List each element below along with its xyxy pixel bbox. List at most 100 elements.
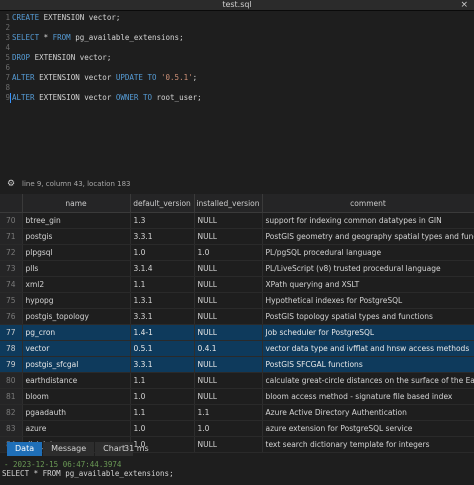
row-number-cell[interactable]: 77 <box>0 324 23 341</box>
installed-version-cell[interactable]: NULL <box>194 436 263 453</box>
row-number-cell[interactable]: 72 <box>0 244 23 261</box>
row-number-cell[interactable]: 83 <box>0 420 23 437</box>
name-cell[interactable]: pg_cron <box>22 324 131 341</box>
column-header-installed-version[interactable]: installed_version <box>194 194 263 213</box>
comment-cell[interactable]: azure extension for PostgreSQL service <box>262 420 474 437</box>
tab-message[interactable]: Message <box>43 442 95 456</box>
default-version-cell[interactable]: 1.1 <box>130 276 195 293</box>
installed-version-cell[interactable]: NULL <box>194 372 263 389</box>
editor-line[interactable]: 6 <box>0 63 12 73</box>
row-number-cell[interactable]: 70 <box>0 212 23 229</box>
table-row[interactable]: 74 xml2 1.1 NULL XPath querying and XSLT <box>0 276 474 293</box>
editor-line[interactable]: 3 SELECT * FROM pg_available_extensions; <box>0 33 183 43</box>
default-version-cell[interactable]: 1.1 <box>130 404 195 421</box>
default-version-cell[interactable]: 1.0 <box>130 388 195 405</box>
editor-line[interactable]: 9 ALTER EXTENSION vector OWNER TO root_us… <box>0 93 201 103</box>
name-cell[interactable]: xml2 <box>22 276 131 293</box>
column-header-comment[interactable]: comment <box>262 194 474 213</box>
name-cell[interactable]: postgis_topology <box>22 308 131 325</box>
table-row[interactable]: 83 azure 1.0 1.0 azure extension for Postgre… <box>0 420 474 437</box>
editor-line[interactable]: 7 ALTER EXTENSION vector UPDATE TO '0.5.1… <box>0 73 197 83</box>
default-version-cell[interactable]: 3.1.4 <box>130 260 195 277</box>
name-cell[interactable]: plls <box>22 260 131 277</box>
editor-line[interactable]: 5 DROP EXTENSION vector; <box>0 53 111 63</box>
name-cell[interactable]: bloom <box>22 388 131 405</box>
comment-cell[interactable]: support for indexing common datatypes in… <box>262 212 474 229</box>
column-header-name[interactable]: name <box>22 194 131 213</box>
name-cell[interactable]: postgis <box>22 228 131 245</box>
name-cell[interactable]: earthdistance <box>22 372 131 389</box>
tab-data[interactable]: Data <box>7 442 43 456</box>
gear-icon[interactable]: ⚙ <box>7 177 15 191</box>
name-cell[interactable]: btree_gin <box>22 212 131 229</box>
default-version-cell[interactable]: 1.3 <box>130 212 195 229</box>
table-row[interactable]: 81 bloom 1.0 NULL bloom access method - sign… <box>0 388 474 405</box>
installed-version-cell[interactable]: NULL <box>194 356 263 373</box>
installed-version-cell[interactable]: 1.1 <box>194 404 263 421</box>
comment-cell[interactable]: text search dictionary template for inte… <box>262 436 474 453</box>
name-cell[interactable]: plpgsql <box>22 244 131 261</box>
table-row[interactable]: 77 pg_cron 1.4-1 NULL Job scheduler for Post… <box>0 324 474 341</box>
installed-version-cell[interactable]: NULL <box>194 228 263 245</box>
name-cell[interactable]: pgaadauth <box>22 404 131 421</box>
installed-version-cell[interactable]: NULL <box>194 292 263 309</box>
default-version-cell[interactable]: 3.3.1 <box>130 356 195 373</box>
default-version-cell[interactable]: 0.5.1 <box>130 340 195 357</box>
comment-cell[interactable]: PL/pgSQL procedural language <box>262 244 474 261</box>
close-icon[interactable]: × <box>460 0 468 10</box>
installed-version-cell[interactable]: NULL <box>194 276 263 293</box>
row-number-cell[interactable]: 75 <box>0 292 23 309</box>
installed-version-cell[interactable]: NULL <box>194 388 263 405</box>
table-row[interactable]: 78 vector 0.5.1 0.4.1 vector data type and i… <box>0 340 474 357</box>
default-version-cell[interactable]: 1.3.1 <box>130 292 195 309</box>
editor-line[interactable]: 2 <box>0 23 12 33</box>
comment-cell[interactable]: Job scheduler for PostgreSQL <box>262 324 474 341</box>
installed-version-cell[interactable]: NULL <box>194 212 263 229</box>
row-number-cell[interactable]: 76 <box>0 308 23 325</box>
installed-version-cell[interactable]: NULL <box>194 324 263 341</box>
table-row[interactable]: 76 postgis_topology 3.3.1 NULL PostGIS topol… <box>0 308 474 325</box>
comment-cell[interactable]: Azure Active Directory Authentication <box>262 404 474 421</box>
table-row[interactable]: 80 earthdistance 1.1 NULL calculate great-ci… <box>0 372 474 389</box>
default-version-cell[interactable]: 1.0 <box>130 244 195 261</box>
editor-line[interactable]: 8 <box>0 83 12 93</box>
installed-version-cell[interactable]: 1.0 <box>194 420 263 437</box>
column-header-default-version[interactable]: default_version <box>130 194 195 213</box>
table-row[interactable]: 75 hypopg 1.3.1 NULL Hypothetical indexes fo… <box>0 292 474 309</box>
comment-cell[interactable]: bloom access method - signature file bas… <box>262 388 474 405</box>
installed-version-cell[interactable]: 1.0 <box>194 244 263 261</box>
name-cell[interactable]: azure <box>22 420 131 437</box>
name-cell[interactable]: postgis_sfcgal <box>22 356 131 373</box>
name-cell[interactable]: vector <box>22 340 131 357</box>
table-row[interactable]: 79 postgis_sfcgal 3.3.1 NULL PostGIS SFCGAL … <box>0 356 474 373</box>
comment-cell[interactable]: PostGIS SFCGAL functions <box>262 356 474 373</box>
comment-cell[interactable]: PostGIS geometry and geography spatial t… <box>262 228 474 245</box>
comment-cell[interactable]: vector data type and ivfflat and hnsw ac… <box>262 340 474 357</box>
editor-line[interactable]: 1 CREATE EXTENSION vector; <box>0 13 120 23</box>
default-version-cell[interactable]: 3.3.1 <box>130 308 195 325</box>
table-row[interactable]: 70 btree_gin 1.3 NULL support for indexing c… <box>0 212 474 229</box>
table-row[interactable]: 82 pgaadauth 1.1 1.1 Azure Active Directory … <box>0 404 474 421</box>
table-row[interactable]: 73 plls 3.1.4 NULL PL/LiveScript (v8) truste… <box>0 260 474 277</box>
comment-cell[interactable]: calculate great-circle distances on the … <box>262 372 474 389</box>
default-version-cell[interactable]: 1.1 <box>130 372 195 389</box>
row-number-cell[interactable]: 78 <box>0 340 23 357</box>
comment-cell[interactable]: Hypothetical indexes for PostgreSQL <box>262 292 474 309</box>
row-number-cell[interactable]: 71 <box>0 228 23 245</box>
default-version-cell[interactable]: 1.4-1 <box>130 324 195 341</box>
row-number-cell[interactable]: 74 <box>0 276 23 293</box>
sql-editor[interactable]: 1 CREATE EXTENSION vector; 2 3 SELECT * FROM… <box>0 11 474 176</box>
results-grid[interactable]: name default_version installed_version c… <box>0 194 474 453</box>
default-version-cell[interactable]: 1.0 <box>130 420 195 437</box>
installed-version-cell[interactable]: NULL <box>194 260 263 277</box>
comment-cell[interactable]: PostGIS topology spatial types and funct… <box>262 308 474 325</box>
installed-version-cell[interactable]: NULL <box>194 308 263 325</box>
table-row[interactable]: 71 postgis 3.3.1 NULL PostGIS geometry and g… <box>0 228 474 245</box>
installed-version-cell[interactable]: 0.4.1 <box>194 340 263 357</box>
row-number-cell[interactable]: 80 <box>0 372 23 389</box>
comment-cell[interactable]: PL/LiveScript (v8) trusted procedural la… <box>262 260 474 277</box>
row-number-cell[interactable]: 79 <box>0 356 23 373</box>
default-version-cell[interactable]: 3.3.1 <box>130 228 195 245</box>
name-cell[interactable]: hypopg <box>22 292 131 309</box>
table-row[interactable]: 72 plpgsql 1.0 1.0 PL/pgSQL procedural langu… <box>0 244 474 261</box>
